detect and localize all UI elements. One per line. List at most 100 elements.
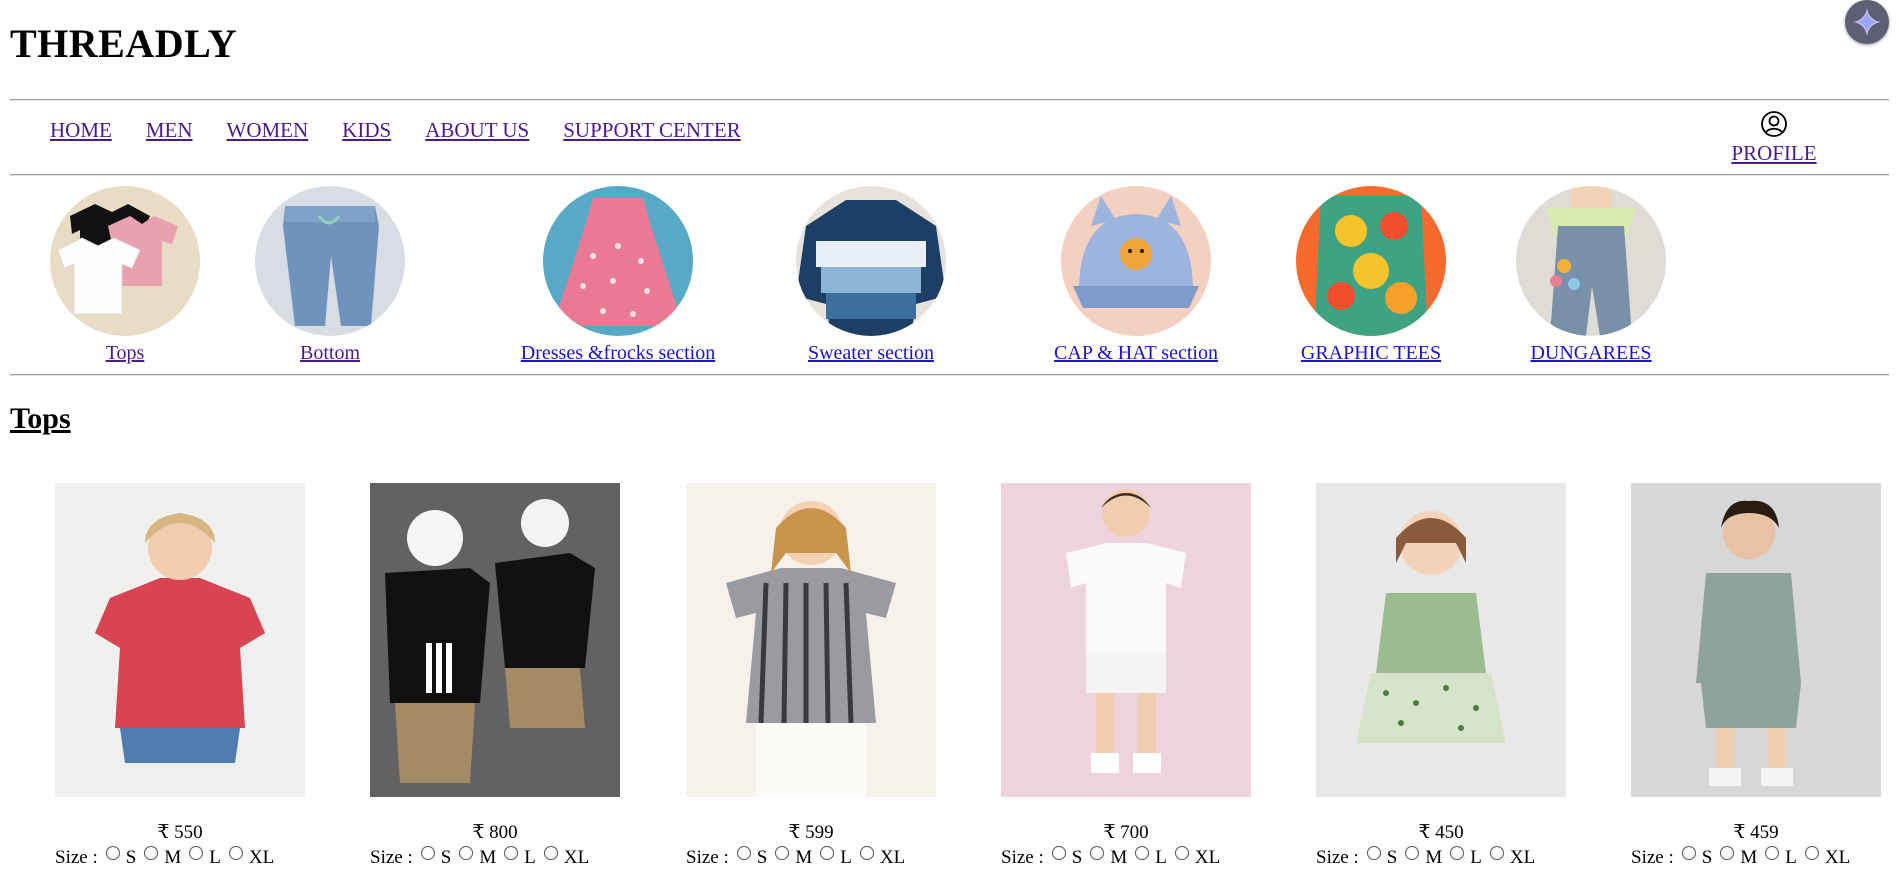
size-option-label: M <box>1425 847 1443 868</box>
size-label: Size : <box>1001 847 1044 868</box>
size-option-label: XL <box>248 847 275 868</box>
size-option-label: XL <box>1824 847 1851 868</box>
size-option-label: XL <box>1194 847 1221 868</box>
nav-home[interactable]: HOME <box>50 118 112 143</box>
category-bottom-label[interactable]: Bottom <box>255 342 405 365</box>
category-tops[interactable]: Tops <box>50 186 200 365</box>
size-selector: Size : S M L XL <box>1316 846 1566 869</box>
size-option-label: S <box>440 847 452 868</box>
product-price: ₹ 459 <box>1733 822 1779 843</box>
nav-divider <box>10 174 1889 176</box>
category-graphic-tees[interactable]: GRAPHIC TEES <box>1296 186 1446 365</box>
size-radio-m[interactable] <box>459 846 474 860</box>
profile-label[interactable]: PROFILE <box>1731 141 1816 165</box>
category-bottom[interactable]: Bottom <box>255 186 405 365</box>
size-option-label: M <box>1740 847 1758 868</box>
section-title: Tops <box>10 402 71 435</box>
size-option-label: S <box>1071 847 1083 868</box>
size-label: Size : <box>1631 847 1674 868</box>
size-radio-xl[interactable] <box>859 846 874 860</box>
size-radio-s[interactable] <box>736 846 751 860</box>
size-option-label: M <box>1110 847 1128 868</box>
nav-women[interactable]: WOMEN <box>227 118 309 143</box>
sparkle-assistant-icon[interactable] <box>1845 0 1889 44</box>
category-sweater-label[interactable]: Sweater section <box>796 342 946 365</box>
product-image[interactable] <box>686 483 936 797</box>
size-radio-s[interactable] <box>105 846 120 860</box>
size-label: Size : <box>55 847 98 868</box>
size-option-label: L <box>1470 847 1482 868</box>
size-radio-s[interactable] <box>420 846 435 860</box>
size-radio-xl[interactable] <box>1174 846 1189 860</box>
size-option-label: L <box>1785 847 1797 868</box>
size-option-label: L <box>1155 847 1167 868</box>
nav-kids[interactable]: KIDS <box>342 118 391 143</box>
category-dresses[interactable]: Dresses &frocks section <box>513 186 723 365</box>
dungarees-category-image[interactable] <box>1516 186 1666 336</box>
size-option-label: M <box>479 847 497 868</box>
size-selector: Size : S M L XL <box>1631 846 1881 869</box>
nav-support-center[interactable]: SUPPORT CENTER <box>563 118 740 143</box>
category-cap[interactable]: CAP & HAT section <box>1051 186 1221 365</box>
sweater-category-image[interactable] <box>796 186 946 336</box>
size-radio-l[interactable] <box>189 846 204 860</box>
product-image[interactable] <box>370 483 620 797</box>
size-radio-s[interactable] <box>1366 846 1381 860</box>
size-radio-xl[interactable] <box>228 846 243 860</box>
profile-link[interactable]: PROFILE <box>1724 110 1824 166</box>
size-radio-l[interactable] <box>820 846 835 860</box>
size-radio-s[interactable] <box>1681 846 1696 860</box>
brand-logo: THREADLY <box>10 21 238 66</box>
user-circle-icon[interactable] <box>1760 110 1788 138</box>
category-divider <box>10 374 1889 376</box>
cap-category-image[interactable] <box>1061 186 1211 336</box>
product-card[interactable]: ₹ 550 Size : S M L XL <box>55 483 305 869</box>
tops-category-image[interactable] <box>50 186 200 336</box>
bottom-category-image[interactable] <box>255 186 405 336</box>
size-label: Size : <box>686 847 729 868</box>
size-radio-s[interactable] <box>1051 846 1066 860</box>
graphic-tees-category-image[interactable] <box>1296 186 1446 336</box>
size-radio-l[interactable] <box>1765 846 1780 860</box>
product-price: ₹ 700 <box>1103 822 1149 843</box>
product-image[interactable] <box>1631 483 1881 797</box>
size-radio-xl[interactable] <box>1804 846 1819 860</box>
product-card[interactable]: ₹ 599 Size : S M L XL <box>686 483 936 869</box>
category-dungarees[interactable]: DUNGAREES <box>1516 186 1666 365</box>
size-radio-l[interactable] <box>1135 846 1150 860</box>
product-card[interactable]: ₹ 700 Size : S M L XL <box>1001 483 1251 869</box>
product-image[interactable] <box>55 483 305 797</box>
size-option-label: XL <box>879 847 906 868</box>
size-radio-l[interactable] <box>504 846 519 860</box>
category-graphic-tees-label[interactable]: GRAPHIC TEES <box>1296 342 1446 365</box>
size-option-label: S <box>1386 847 1398 868</box>
product-image[interactable] <box>1001 483 1251 797</box>
category-sweater[interactable]: Sweater section <box>796 186 946 365</box>
product-price: ₹ 599 <box>788 822 834 843</box>
header-divider <box>10 99 1889 101</box>
size-radio-m[interactable] <box>775 846 790 860</box>
category-tops-label[interactable]: Tops <box>50 342 200 365</box>
size-radio-m[interactable] <box>1090 846 1105 860</box>
product-price: ₹ 800 <box>472 822 518 843</box>
size-radio-m[interactable] <box>1405 846 1420 860</box>
category-dungarees-label[interactable]: DUNGAREES <box>1516 342 1666 365</box>
nav-about-us[interactable]: ABOUT US <box>425 118 529 143</box>
size-option-label: S <box>756 847 768 868</box>
product-card[interactable]: ₹ 450 Size : S M L XL <box>1316 483 1566 869</box>
product-image[interactable] <box>1316 483 1566 797</box>
size-radio-m[interactable] <box>144 846 159 860</box>
product-card[interactable]: ₹ 459 Size : S M L XL <box>1631 483 1881 869</box>
size-radio-l[interactable] <box>1450 846 1465 860</box>
category-dresses-label[interactable]: Dresses &frocks section <box>513 342 723 365</box>
category-cap-label[interactable]: CAP & HAT section <box>1051 342 1221 365</box>
size-radio-xl[interactable] <box>543 846 558 860</box>
product-card[interactable]: ₹ 800 Size : S M L XL <box>370 483 620 869</box>
size-radio-m[interactable] <box>1720 846 1735 860</box>
size-label: Size : <box>370 847 413 868</box>
size-radio-xl[interactable] <box>1489 846 1504 860</box>
product-price: ₹ 550 <box>157 822 203 843</box>
dresses-category-image[interactable] <box>543 186 693 336</box>
nav-men[interactable]: MEN <box>146 118 193 143</box>
main-nav: HOME MEN WOMEN KIDS ABOUT US SUPPORT CEN… <box>50 118 741 143</box>
